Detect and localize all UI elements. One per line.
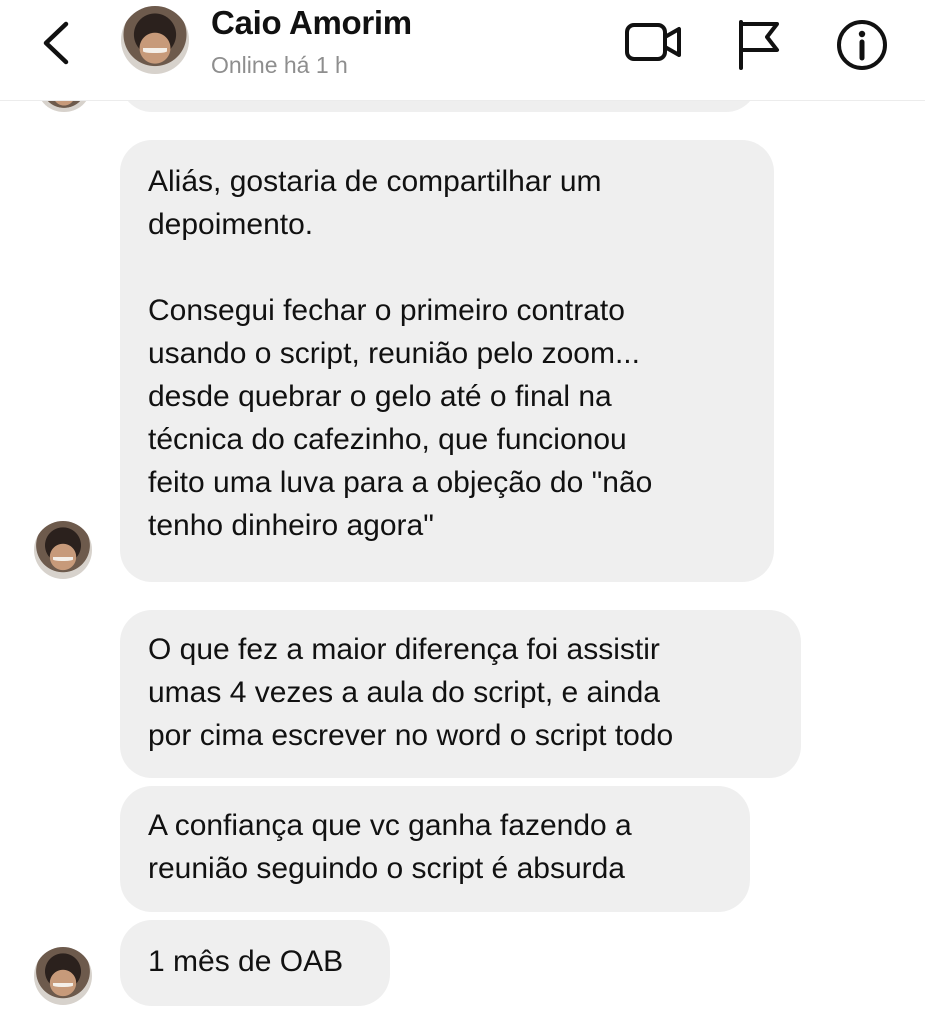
contact-status: Online há 1 h xyxy=(211,52,348,78)
message-bubble[interactable]: 1 mês de OAB xyxy=(120,920,390,1006)
message-bubble[interactable]: A confiança que vc ganha fazendo a reuni… xyxy=(120,786,750,912)
back-chevron-icon[interactable] xyxy=(36,18,76,68)
contact-avatar[interactable] xyxy=(121,6,189,74)
sender-avatar[interactable] xyxy=(34,521,92,579)
video-call-icon[interactable] xyxy=(624,18,684,66)
message-bubble[interactable]: O que fez a maior diferença foi assistir… xyxy=(120,610,801,778)
contact-name[interactable]: Caio Amorim xyxy=(211,4,412,42)
sender-avatar[interactable] xyxy=(34,947,92,1005)
flag-icon[interactable] xyxy=(733,18,783,70)
message-bubble[interactable]: Aliás, gostaria de compartilhar um depoi… xyxy=(120,140,774,582)
chat-header: Caio Amorim Online há 1 h xyxy=(0,0,925,101)
info-icon[interactable] xyxy=(835,18,889,72)
